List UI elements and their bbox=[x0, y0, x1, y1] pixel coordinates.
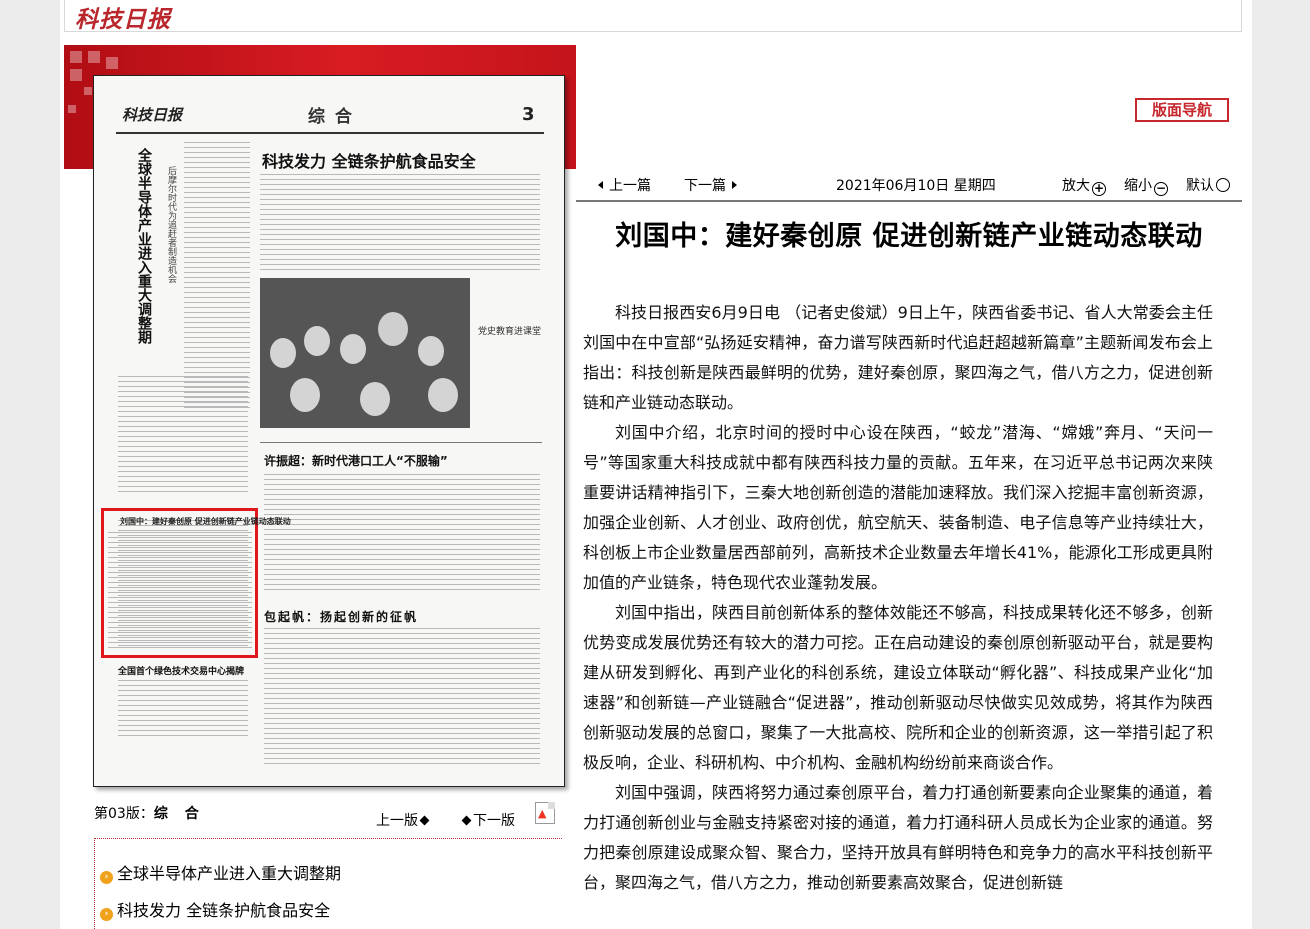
paper-text-block bbox=[264, 474, 540, 594]
diamond-icon bbox=[419, 815, 430, 826]
triangle-right-icon bbox=[732, 181, 737, 189]
zoom-out-label: 缩小 bbox=[1124, 178, 1152, 194]
next-article-link[interactable]: 下一篇 bbox=[684, 175, 737, 195]
article-paragraph: 刘国中强调，陕西将努力通过秦创原平台，着力打通创新要素向企业聚集的通道，着力打通… bbox=[583, 783, 1213, 892]
plus-circle-icon: + bbox=[1092, 181, 1106, 196]
article-list-divider bbox=[94, 838, 562, 839]
paper-logo: 科技日报 bbox=[122, 106, 183, 124]
highlight-text-block bbox=[108, 532, 252, 650]
page-label-name: 综 合 bbox=[153, 806, 205, 822]
paper-text-block bbox=[184, 142, 250, 412]
paper-text-block bbox=[264, 628, 540, 768]
article-toolbar: 上一篇 下一篇 2021年06月10日 星期四 放大 + 缩小 − 默认 bbox=[576, 170, 1242, 200]
arrow-right-icon: › bbox=[100, 908, 113, 921]
prev-page-label: 上一版 bbox=[376, 813, 418, 829]
newspaper-page-preview[interactable]: 科技日报 综 合 3 全球半导体产业进入重大调整期 后摩尔时代为追赶者制造机会 … bbox=[93, 75, 565, 787]
paper-lead-title[interactable]: 全球半导体产业进入重大调整期 bbox=[132, 148, 152, 344]
prev-article-link[interactable]: 上一篇 bbox=[598, 175, 651, 195]
paper-headline-green-tech[interactable]: 全国首个绿色技术交易中心揭牌 bbox=[118, 664, 244, 677]
page-label-prefix: 第03版： bbox=[94, 806, 154, 822]
paper-page-number: 3 bbox=[522, 104, 535, 125]
pdf-icon[interactable]: ▲ bbox=[535, 802, 555, 824]
paper-text-block bbox=[118, 680, 248, 740]
next-article-label: 下一篇 bbox=[684, 178, 726, 194]
article-title: 刘国中：建好秦创原 促进创新链产业链动态联动 bbox=[615, 221, 1203, 252]
zoom-in-label: 放大 bbox=[1062, 178, 1090, 194]
article-paragraph: 刘国中指出，陕西目前创新体系的整体效能还不够高，科技成果转化还不够多，创新优势变… bbox=[583, 603, 1213, 772]
article-body: 科技日报西安6月9日电 （记者史俊斌）9日上午，陕西省委书记、省人大常委会主任刘… bbox=[583, 298, 1213, 898]
site-header: 科技日报 bbox=[64, 0, 1242, 34]
article-list-item[interactable]: › 科技发力 全链条护航食品安全 bbox=[100, 897, 330, 921]
prev-article-label: 上一篇 bbox=[609, 178, 651, 194]
article-list-border bbox=[94, 838, 95, 929]
triangle-left-icon bbox=[598, 181, 603, 189]
page-label: 第03版：综 合 bbox=[94, 803, 205, 823]
article-paragraph: 刘国中介绍，北京时间的授时中心设在陕西，“蛟龙”潜海、“嫦娥”奔月、“天问一号”… bbox=[583, 423, 1213, 592]
paper-headline-food-safety[interactable]: 科技发力 全链条护航食品安全 bbox=[262, 148, 476, 172]
paper-header-rule bbox=[116, 132, 544, 134]
paper-text-block bbox=[260, 174, 540, 272]
diamond-icon bbox=[461, 815, 472, 826]
issue-date: 2021年06月10日 星期四 bbox=[836, 178, 996, 194]
next-page-label: 下一版 bbox=[473, 813, 515, 829]
arrow-right-icon: › bbox=[100, 871, 113, 884]
article-list-label: 全球半导体产业进入重大调整期 bbox=[117, 864, 342, 883]
zoom-in-button[interactable]: 放大 + bbox=[1062, 175, 1106, 196]
article-list-label: 科技发力 全链条护航食品安全 bbox=[117, 901, 331, 920]
paper-lead-subtitle: 后摩尔时代为追赶者制造机会 bbox=[166, 166, 176, 283]
site-logo[interactable]: 科技日报 bbox=[75, 0, 171, 34]
next-page-link[interactable]: 下一版 bbox=[460, 810, 515, 830]
toolbar-divider bbox=[576, 200, 1242, 202]
circle-icon bbox=[1216, 178, 1230, 192]
article-paragraph: 科技日报西安6月9日电 （记者史俊斌）9日上午，陕西省委书记、省人大常委会主任刘… bbox=[583, 303, 1213, 412]
page-navigation-button[interactable]: 版面导航 bbox=[1135, 98, 1229, 122]
paper-headline-bao-qifan[interactable]: 包起帆：扬起创新的征帆 bbox=[264, 608, 418, 625]
left-gutter bbox=[0, 0, 60, 929]
zoom-reset-button[interactable]: 默认 bbox=[1186, 175, 1230, 195]
paper-photo-caption: 党史教育进课堂 bbox=[478, 327, 542, 337]
highlight-article-title: 刘国中：建好秦创原 促进创新链产业链动态联动 bbox=[120, 517, 291, 526]
paper-photo bbox=[260, 278, 470, 428]
zoom-out-button[interactable]: 缩小 − bbox=[1124, 175, 1168, 196]
paper-text-block bbox=[118, 376, 248, 496]
paper-headline-xu-zhenchao[interactable]: 许振超：新时代港口工人“不服输” bbox=[264, 452, 448, 469]
paper-section: 综 合 bbox=[308, 107, 354, 127]
paper-divider bbox=[260, 442, 542, 443]
minus-circle-icon: − bbox=[1154, 181, 1168, 196]
right-gutter bbox=[1252, 0, 1310, 929]
prev-page-link[interactable]: 上一版 bbox=[376, 810, 431, 830]
zoom-reset-label: 默认 bbox=[1186, 178, 1214, 194]
article-list-item[interactable]: › 全球半导体产业进入重大调整期 bbox=[100, 860, 341, 884]
